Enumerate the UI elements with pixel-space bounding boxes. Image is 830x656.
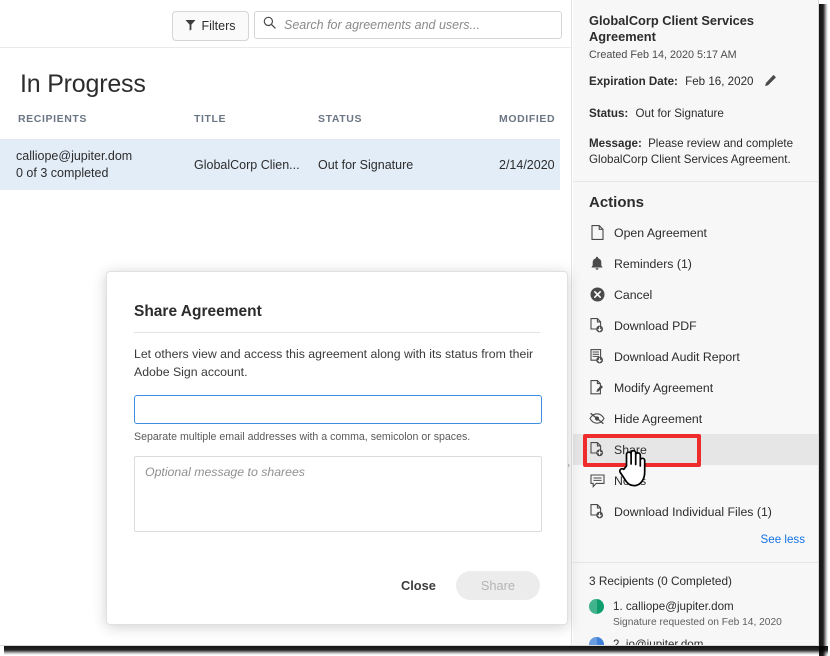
action-download-individual-files[interactable]: Download Individual Files (1) xyxy=(573,496,818,527)
share-email-input[interactable] xyxy=(134,394,542,424)
filters-button[interactable]: Filters xyxy=(172,11,249,41)
share-message-textarea[interactable] xyxy=(134,455,542,532)
recipients-header: 3 Recipients (0 Completed) xyxy=(589,574,732,589)
eye-off-icon xyxy=(589,411,605,427)
document-download-icon xyxy=(589,504,605,520)
recipients-section: 3 Recipients (0 Completed) 1. calliope@j… xyxy=(573,562,818,646)
agreement-summary: GlobalCorp Client Services Agreement Cre… xyxy=(573,0,818,183)
recipient-name: 2. io@jupiter.dom xyxy=(613,638,704,646)
message-label: Message: xyxy=(589,136,642,150)
action-label: Download Individual Files (1) xyxy=(614,504,772,519)
email-input-hint: Separate multiple email addresses with a… xyxy=(134,430,471,443)
share-agreement-dialog: Share Agreement Let others view and acce… xyxy=(106,271,568,625)
avatar xyxy=(589,599,604,615)
recipient-name: 1. calliope@jupiter.dom xyxy=(613,600,734,614)
action-reminders[interactable]: Reminders (1) xyxy=(573,248,818,279)
action-download-audit-report[interactable]: Download Audit Report xyxy=(573,341,818,372)
action-label: Download PDF xyxy=(614,318,697,333)
action-label: Reminders (1) xyxy=(614,256,692,271)
column-header-modified[interactable]: MODIFIED xyxy=(499,113,555,125)
search-box[interactable] xyxy=(254,11,562,39)
recipient-item[interactable]: 2. io@jupiter.dom xyxy=(589,635,803,646)
agreement-title: GlobalCorp Client Services Agreement xyxy=(589,13,754,44)
panel-divider xyxy=(571,0,572,645)
agreement-created-date: Created Feb 14, 2020 5:17 AM xyxy=(589,48,737,61)
row-recipient: calliope@jupiter.dom xyxy=(16,149,133,163)
circle-x-icon xyxy=(589,287,605,303)
page-title: In Progress xyxy=(20,70,146,98)
row-title: GlobalCorp Clien... xyxy=(194,158,300,172)
bell-icon xyxy=(589,256,605,272)
action-label: Notes xyxy=(614,473,647,488)
document-icon xyxy=(589,225,605,241)
expiration-value: Feb 16, 2020 xyxy=(685,74,754,88)
action-download-pdf[interactable]: Download PDF xyxy=(573,310,818,341)
see-less-link[interactable]: See less xyxy=(573,527,818,556)
action-share[interactable]: Share xyxy=(573,434,818,466)
action-label: Open Agreement xyxy=(614,225,707,240)
screenshot-frame: Filters In Progress RECIPIENTS TITLE STA… xyxy=(0,0,830,656)
action-hide-agreement[interactable]: Hide Agreement xyxy=(573,403,818,434)
actions-section: Actions Open Agreement Reminders (1) Can… xyxy=(573,182,818,562)
document-download-icon xyxy=(589,318,605,334)
avatar xyxy=(589,637,604,645)
column-header-status[interactable]: STATUS xyxy=(318,113,362,125)
document-edit-icon xyxy=(589,380,605,396)
row-progress: 0 of 3 completed xyxy=(16,166,109,180)
pencil-icon[interactable] xyxy=(764,74,777,93)
recipient-item[interactable]: 1. calliope@jupiter.dom Signature reques… xyxy=(589,597,803,628)
row-modified: 2/14/2020 xyxy=(499,158,555,172)
column-header-recipients[interactable]: RECIPIENTS xyxy=(18,113,87,125)
status-row: Status: Out for Signature xyxy=(589,106,803,123)
actions-heading: Actions xyxy=(589,194,645,212)
table-column-headers: RECIPIENTS TITLE STATUS MODIFIED xyxy=(0,113,560,140)
dialog-title: Share Agreement xyxy=(134,272,540,333)
expiration-row: Expiration Date: Feb 16, 2020 xyxy=(589,74,803,93)
share-button[interactable]: Share xyxy=(455,571,540,600)
filters-label: Filters xyxy=(201,19,236,33)
table-row[interactable]: calliope@jupiter.dom 0 of 3 completed Gl… xyxy=(0,140,560,190)
column-header-title[interactable]: TITLE xyxy=(194,113,226,125)
action-label: Hide Agreement xyxy=(614,411,703,426)
action-label: Cancel xyxy=(614,287,653,302)
action-label: Modify Agreement xyxy=(614,380,714,395)
message-row: Message: Please review and complete Glob… xyxy=(589,136,803,170)
action-open-agreement[interactable]: Open Agreement xyxy=(573,217,818,248)
document-share-icon xyxy=(589,442,605,458)
top-toolbar: Filters xyxy=(0,0,572,48)
recipient-status: Signature requested on Feb 14, 2020 xyxy=(613,617,782,629)
action-label: Download Audit Report xyxy=(614,349,740,364)
agreement-details-panel: GlobalCorp Client Services Agreement Cre… xyxy=(573,0,818,646)
close-button[interactable]: Close xyxy=(397,572,440,599)
report-download-icon xyxy=(589,349,605,365)
action-modify-agreement[interactable]: Modify Agreement xyxy=(573,372,818,403)
action-cancel[interactable]: Cancel xyxy=(573,279,818,310)
funnel-icon xyxy=(185,19,196,34)
adobe-sign-manage-page: Filters In Progress RECIPIENTS TITLE STA… xyxy=(0,0,819,646)
action-label: Share xyxy=(614,442,647,457)
row-status: Out for Signature xyxy=(318,158,414,172)
expiration-label: Expiration Date: xyxy=(589,74,678,88)
action-notes[interactable]: Notes xyxy=(573,465,818,496)
frame-shadow-right xyxy=(819,4,828,656)
status-value: Out for Signature xyxy=(635,106,724,120)
search-input[interactable] xyxy=(284,18,553,32)
frame-shadow-bottom xyxy=(4,646,828,655)
speech-bubble-icon xyxy=(589,473,605,489)
dialog-footer: Close Share xyxy=(397,571,540,600)
status-label: Status: xyxy=(589,106,629,120)
search-icon xyxy=(263,16,276,34)
dialog-description: Let others view and access this agreemen… xyxy=(134,347,534,380)
